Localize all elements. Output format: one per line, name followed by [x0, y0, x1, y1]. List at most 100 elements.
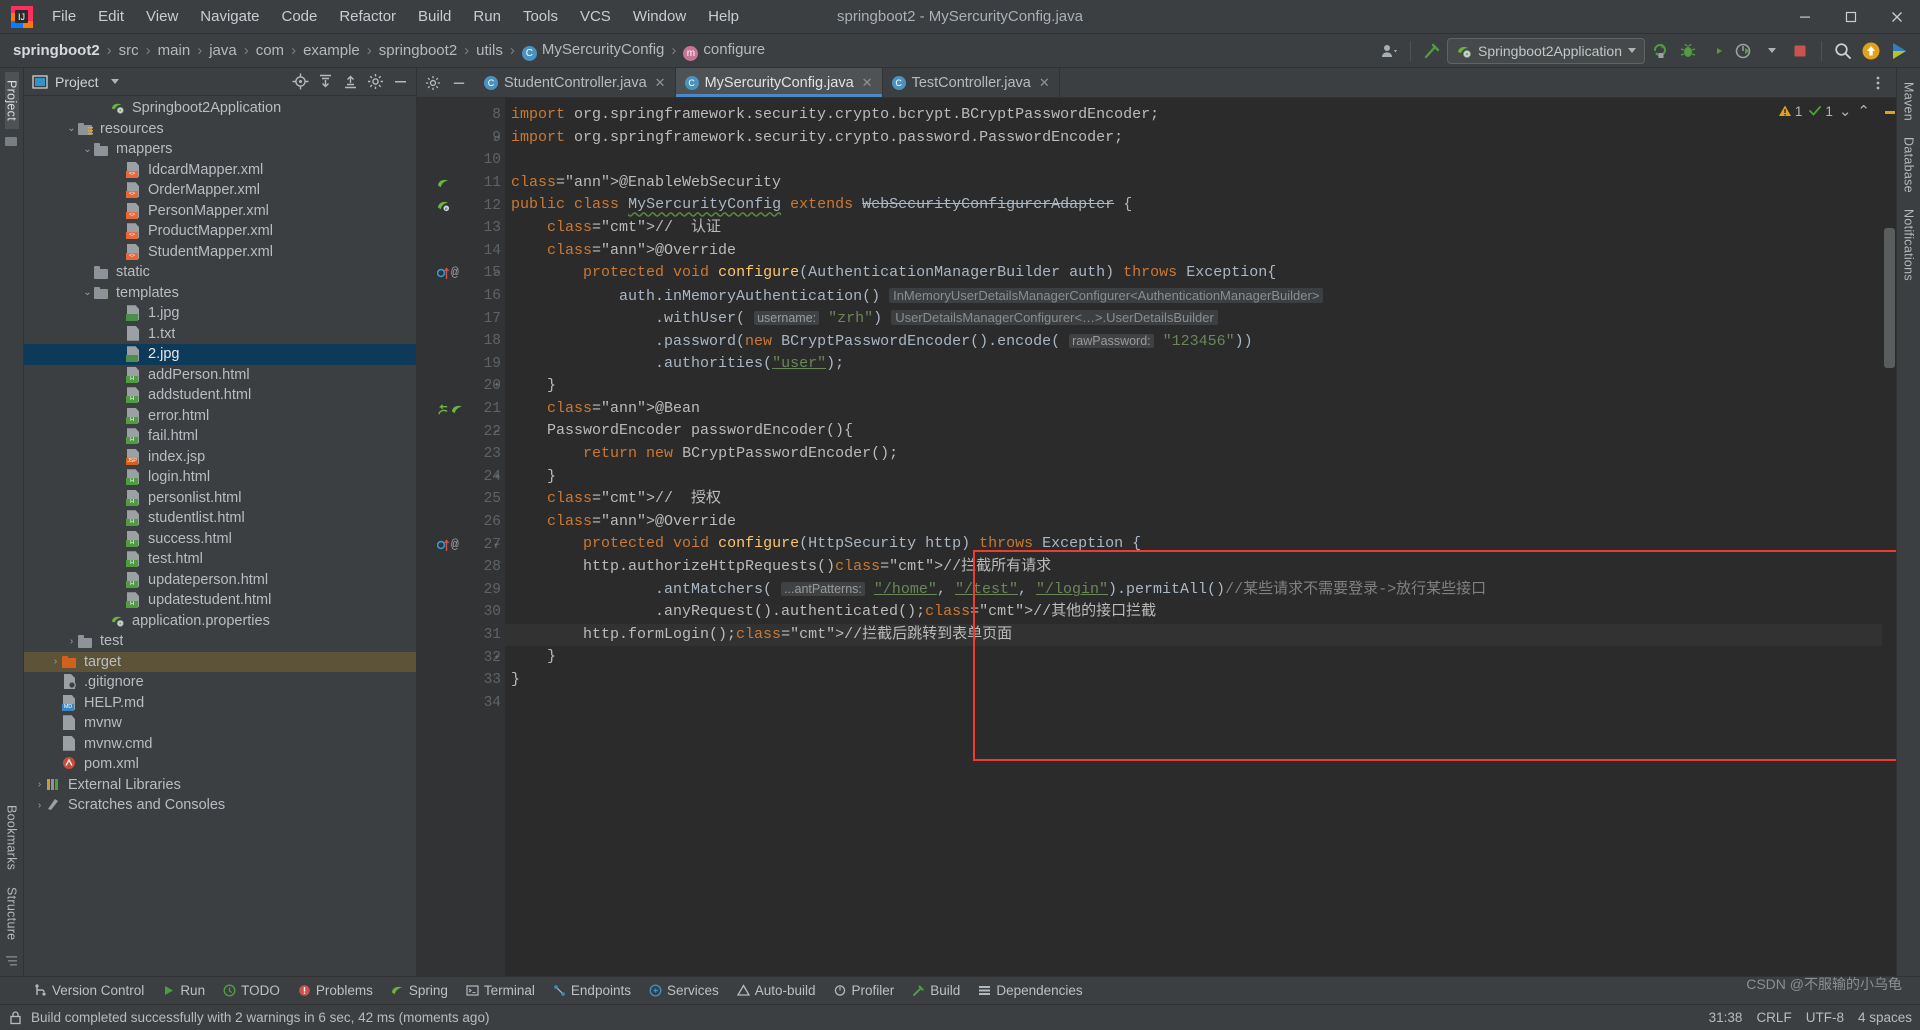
- rail-item-project[interactable]: Project: [4, 72, 19, 130]
- code-fold-toggle[interactable]: +: [492, 472, 502, 482]
- line-separator[interactable]: CRLF: [1756, 1010, 1791, 1025]
- code-line[interactable]: class="ann">@Override: [505, 240, 1882, 263]
- code-line[interactable]: class="cmt">// 认证: [505, 217, 1882, 240]
- update-icon[interactable]: [1858, 38, 1884, 64]
- close-icon[interactable]: ✕: [862, 75, 873, 91]
- editor-tab-studentcontroller[interactable]: C StudentController.java ✕: [475, 68, 676, 97]
- code-line[interactable]: .withUser( username: "zrh") UserDetailsM…: [505, 307, 1882, 330]
- tree-item[interactable]: mvnw.cmd: [24, 734, 416, 755]
- caret-position[interactable]: 31:38: [1709, 1010, 1743, 1025]
- editor-scrollbar-thumb[interactable]: [1884, 228, 1895, 368]
- code-line[interactable]: PasswordEncoder passwordEncoder(){: [505, 420, 1882, 443]
- tree-item[interactable]: › Scratches and Consoles: [24, 795, 416, 816]
- tree-item[interactable]: HaddPerson.html: [24, 365, 416, 386]
- code-fold-toggle[interactable]: ⌐: [492, 133, 502, 143]
- tree-item[interactable]: pom.xml: [24, 754, 416, 775]
- at-icon[interactable]: @: [451, 537, 459, 553]
- tree-item[interactable]: Hupdateperson.html: [24, 570, 416, 591]
- editor-marker-strip[interactable]: [1882, 98, 1896, 976]
- tree-twisty[interactable]: ›: [65, 635, 78, 648]
- tool-window-run[interactable]: Run: [154, 980, 213, 1001]
- tree-item[interactable]: mvnw: [24, 713, 416, 734]
- collapse-all-icon[interactable]: [338, 70, 362, 94]
- project-tree[interactable]: Springboot2Application ⌄ resources ⌄ mappers…: [24, 96, 416, 976]
- warning-marker[interactable]: [1885, 111, 1895, 114]
- gutter-line[interactable]: 25: [417, 488, 505, 511]
- tool-window-spring[interactable]: Spring: [383, 980, 456, 1001]
- tree-item[interactable]: Hstudentlist.html: [24, 508, 416, 529]
- breadcrumb-item-project[interactable]: springboot2: [10, 40, 103, 61]
- tree-item[interactable]: 1.jpg: [24, 303, 416, 324]
- more-icon[interactable]: [1886, 38, 1912, 64]
- gutter-line[interactable]: 28: [417, 556, 505, 579]
- code-line[interactable]: }: [505, 646, 1882, 669]
- code-line[interactable]: class="ann">@Bean: [505, 398, 1882, 421]
- tree-item[interactable]: 2.jpg: [24, 344, 416, 365]
- tree-item[interactable]: › test: [24, 631, 416, 652]
- tree-item[interactable]: Hfail.html: [24, 426, 416, 447]
- gutter-line[interactable]: 34: [417, 691, 505, 714]
- code-line[interactable]: }: [505, 669, 1882, 692]
- tree-item[interactable]: .gitignore: [24, 672, 416, 693]
- maximize-button[interactable]: [1828, 0, 1874, 34]
- menu-bar[interactable]: File Edit View Navigate Code Refactor Bu…: [42, 4, 749, 29]
- code-fold-toggle[interactable]: +: [492, 653, 502, 663]
- breadcrumb-item-springboot2[interactable]: springboot2: [376, 40, 460, 61]
- file-encoding[interactable]: UTF-8: [1806, 1010, 1844, 1025]
- code-content[interactable]: import org.springframework.security.cryp…: [505, 98, 1882, 976]
- breadcrumb-item-example[interactable]: example: [300, 40, 363, 61]
- tree-item[interactable]: ⌄ resources: [24, 119, 416, 140]
- code-viewport[interactable]: 8 9 ⌐ 10 11 e 12 13 14 @15 ⌐ 16 17 18 19 20 +21 22 ⌐ 23 24 +2…: [417, 98, 1896, 976]
- code-line[interactable]: protected void configure(HttpSecurity ht…: [505, 533, 1882, 556]
- breadcrumb-item-class[interactable]: C MySercurityConfig: [519, 39, 668, 63]
- tool-window-endpoints[interactable]: Endpoints: [545, 980, 639, 1001]
- gutter-line[interactable]: 17: [417, 307, 505, 330]
- tool-window-dependencies[interactable]: Dependencies: [970, 980, 1090, 1001]
- gutter-line[interactable]: 10: [417, 149, 505, 172]
- code-line[interactable]: public class MySercurityConfig extends W…: [505, 194, 1882, 217]
- gutter-line[interactable]: 29: [417, 578, 505, 601]
- tree-item[interactable]: <> ProductMapper.xml: [24, 221, 416, 242]
- tool-window-problems[interactable]: Problems: [290, 980, 381, 1001]
- editor-tab-testcontroller[interactable]: C TestController.java ✕: [883, 68, 1060, 97]
- tree-item[interactable]: application.properties: [24, 611, 416, 632]
- gutter-line[interactable]: @27 ⌐: [417, 533, 505, 556]
- tree-item[interactable]: ⌄ mappers: [24, 139, 416, 160]
- gutter-line[interactable]: 8: [417, 104, 505, 127]
- tree-item[interactable]: MD HELP.md: [24, 693, 416, 714]
- stop-icon[interactable]: [1787, 38, 1813, 64]
- tree-twisty[interactable]: ›: [33, 778, 46, 791]
- menu-view[interactable]: View: [136, 4, 188, 29]
- gutter-line[interactable]: 18: [417, 330, 505, 353]
- rail-item-maven[interactable]: Maven: [1902, 74, 1916, 129]
- commit-icon[interactable]: [4, 135, 19, 149]
- indent-setting[interactable]: 4 spaces: [1858, 1010, 1912, 1025]
- inspection-widget[interactable]: 1 1 ⌄ ⌃: [1778, 102, 1870, 120]
- gutter-line[interactable]: 20 +: [417, 375, 505, 398]
- tree-twisty[interactable]: ⌄: [81, 286, 94, 299]
- tree-item[interactable]: › target: [24, 651, 416, 672]
- rail-item-database[interactable]: Database: [1902, 129, 1916, 201]
- gutter-line[interactable]: 24 +: [417, 466, 505, 489]
- tree-item[interactable]: <> PersonMapper.xml: [24, 201, 416, 222]
- minimize-button[interactable]: [1782, 0, 1828, 34]
- at-icon[interactable]: @: [451, 265, 459, 281]
- chevron-up-icon[interactable]: ⌃: [1857, 102, 1870, 120]
- tree-item[interactable]: 1.txt: [24, 324, 416, 345]
- menu-navigate[interactable]: Navigate: [190, 4, 269, 29]
- tool-window-auto-build[interactable]: Auto-build: [729, 980, 824, 1001]
- gutter-line[interactable]: 30: [417, 601, 505, 624]
- tree-item[interactable]: Hsuccess.html: [24, 529, 416, 550]
- tree-item[interactable]: Hlogin.html: [24, 467, 416, 488]
- locate-icon[interactable]: [288, 70, 312, 94]
- menu-refactor[interactable]: Refactor: [329, 4, 406, 29]
- code-fold-toggle[interactable]: ⌐: [492, 540, 502, 550]
- close-icon[interactable]: ✕: [655, 75, 666, 91]
- menu-vcs[interactable]: VCS: [570, 4, 621, 29]
- debug-icon[interactable]: [1675, 38, 1701, 64]
- gutter-line[interactable]: 32 +: [417, 646, 505, 669]
- bean-arrow-icon[interactable]: [437, 403, 450, 416]
- gutter-line[interactable]: 33: [417, 669, 505, 692]
- tree-item[interactable]: Hpersonlist.html: [24, 488, 416, 509]
- tree-item[interactable]: Haddstudent.html: [24, 385, 416, 406]
